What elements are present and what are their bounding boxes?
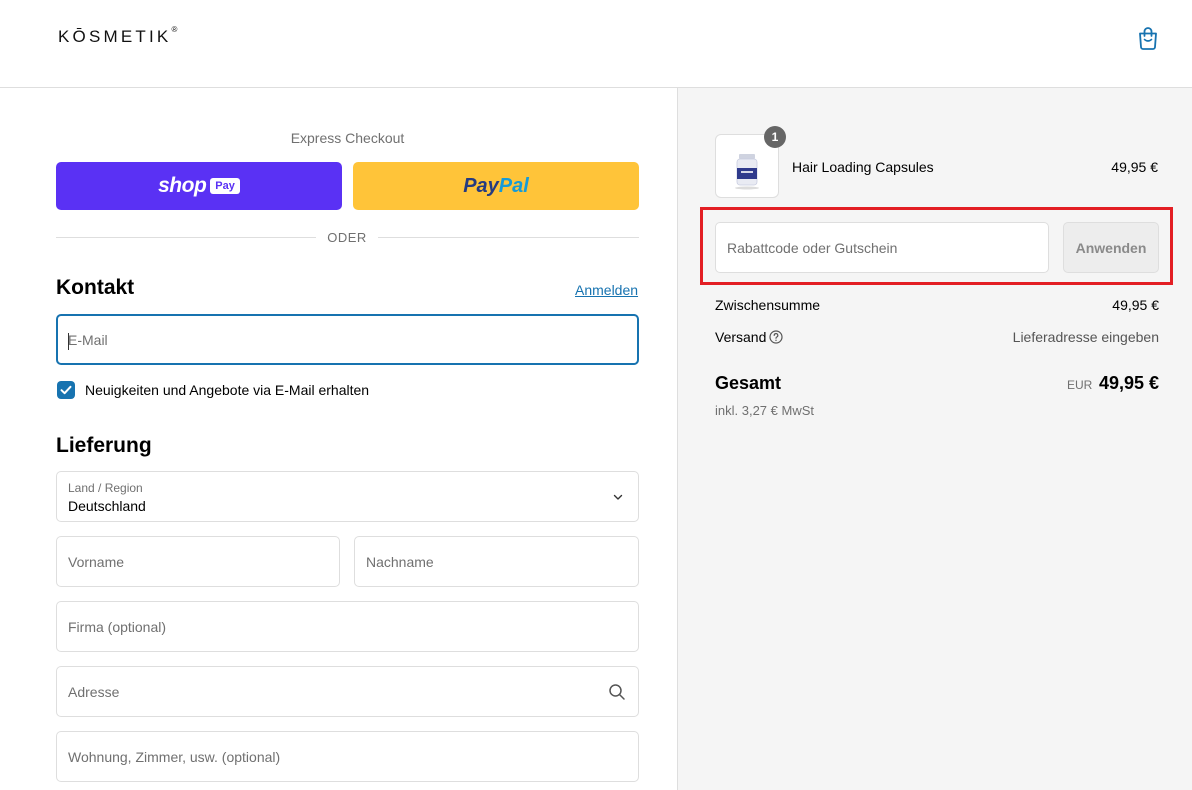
first-name-placeholder: Vorname [68,553,125,570]
shop-pay-wordmark: shop [158,174,207,197]
shop-pay-button[interactable]: shop Pay [56,162,342,210]
total-label: Gesamt [715,373,782,393]
quantity-badge: 1 [764,126,786,148]
subtotal-value: 49,95 € [1112,297,1159,313]
express-checkout-label: Express Checkout [290,130,405,146]
search-icon[interactable] [608,683,626,701]
shipping-label: Versand [715,329,767,345]
apply-discount-button[interactable]: Anwenden [1063,222,1159,273]
shopping-bag-icon[interactable] [1137,26,1159,50]
apartment-field[interactable]: Wohnung, Zimmer, usw. (optional) [56,731,639,782]
store-logo[interactable]: KŌSMETIK® [58,25,177,47]
product-name: Hair Loading Capsules [792,159,934,175]
help-circle-icon[interactable] [769,330,783,344]
login-link[interactable]: Anmelden [575,282,638,298]
shop-pay-badge: Pay [210,178,240,194]
paypal-wordmark-pay: Pay [463,174,499,197]
chevron-down-icon [613,494,623,500]
shipping-value: Lieferadresse eingeben [1012,329,1159,345]
subtotal-label: Zwischensumme [715,297,821,313]
total-value: 49,95 € [1098,373,1159,393]
apartment-placeholder: Wohnung, Zimmer, usw. (optional) [68,748,281,765]
checkmark-icon [60,385,72,395]
top-bar: KŌSMETIK® [0,0,1192,88]
address-placeholder: Adresse [68,683,120,700]
delivery-heading: Lieferung [56,434,152,457]
newsletter-checkbox[interactable] [57,381,75,399]
total-currency: EUR [1067,378,1093,392]
paypal-wordmark-pal: Pal [498,174,529,197]
first-name-field[interactable]: Vorname [56,536,340,587]
discount-code-input[interactable]: Rabattcode oder Gutschein [715,222,1049,273]
last-name-field[interactable]: Nachname [354,536,639,587]
product-price: 49,95 € [1111,159,1158,175]
or-separator: ODER [316,230,378,245]
email-placeholder: E-Mail [68,331,108,348]
last-name-placeholder: Nachname [366,553,434,570]
tax-note: inkl. 3,27 € MwSt [715,403,814,418]
company-field[interactable]: Firma (optional) [56,601,639,652]
contact-heading: Kontakt [56,276,135,299]
country-select[interactable]: Land / Region Deutschland [56,471,639,522]
company-placeholder: Firma (optional) [68,618,167,635]
email-field[interactable]: E-Mail [56,314,639,365]
country-value: Deutschland [68,498,146,514]
address-field[interactable]: Adresse [56,666,639,717]
newsletter-label: Neuigkeiten und Angebote via E-Mail erha… [85,382,370,398]
country-label: Land / Region [68,481,143,495]
discount-placeholder: Rabattcode oder Gutschein [727,239,898,256]
paypal-button[interactable]: Pay Pal [353,162,639,210]
